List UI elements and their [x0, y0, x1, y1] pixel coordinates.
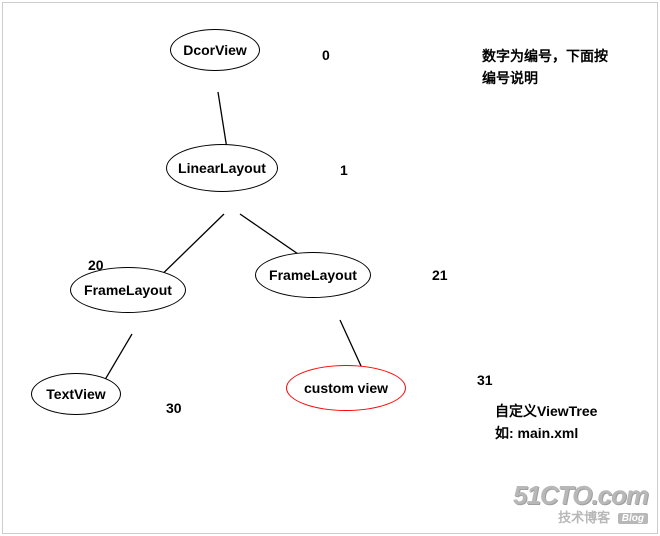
node-framelayout-left: FrameLayout — [70, 267, 186, 313]
watermark-blog-badge: Blog — [618, 513, 648, 524]
node-number: 21 — [432, 267, 448, 283]
note-top: 数字为编号，下面按 编号说明 — [482, 45, 608, 90]
node-label: LinearLayout — [178, 160, 266, 176]
watermark: 51CTO.com 技术博客 Blog — [513, 480, 648, 526]
node-textview: TextView — [31, 373, 121, 415]
note-line: 数字为编号，下面按 — [482, 45, 608, 67]
node-label: custom view — [304, 380, 388, 396]
note-line: 编号说明 — [482, 67, 608, 89]
node-label: TextView — [46, 386, 105, 402]
node-number: 31 — [477, 372, 493, 388]
node-number: 1 — [340, 162, 348, 178]
note-line: 自定义ViewTree — [495, 400, 597, 422]
node-custom-view: custom view — [286, 365, 406, 411]
note-line: 如: main.xml — [495, 422, 597, 444]
node-linearlayout: LinearLayout — [166, 144, 278, 192]
node-framelayout-right: FrameLayout — [255, 252, 371, 298]
node-label: FrameLayout — [84, 282, 172, 298]
node-number: 20 — [88, 257, 104, 273]
node-number: 0 — [322, 47, 330, 63]
note-bottom: 自定义ViewTree 如: main.xml — [495, 400, 597, 445]
node-label: DcorView — [183, 42, 247, 58]
node-number: 30 — [166, 400, 182, 416]
node-label: FrameLayout — [269, 267, 357, 283]
node-dcorview: DcorView — [170, 29, 260, 71]
